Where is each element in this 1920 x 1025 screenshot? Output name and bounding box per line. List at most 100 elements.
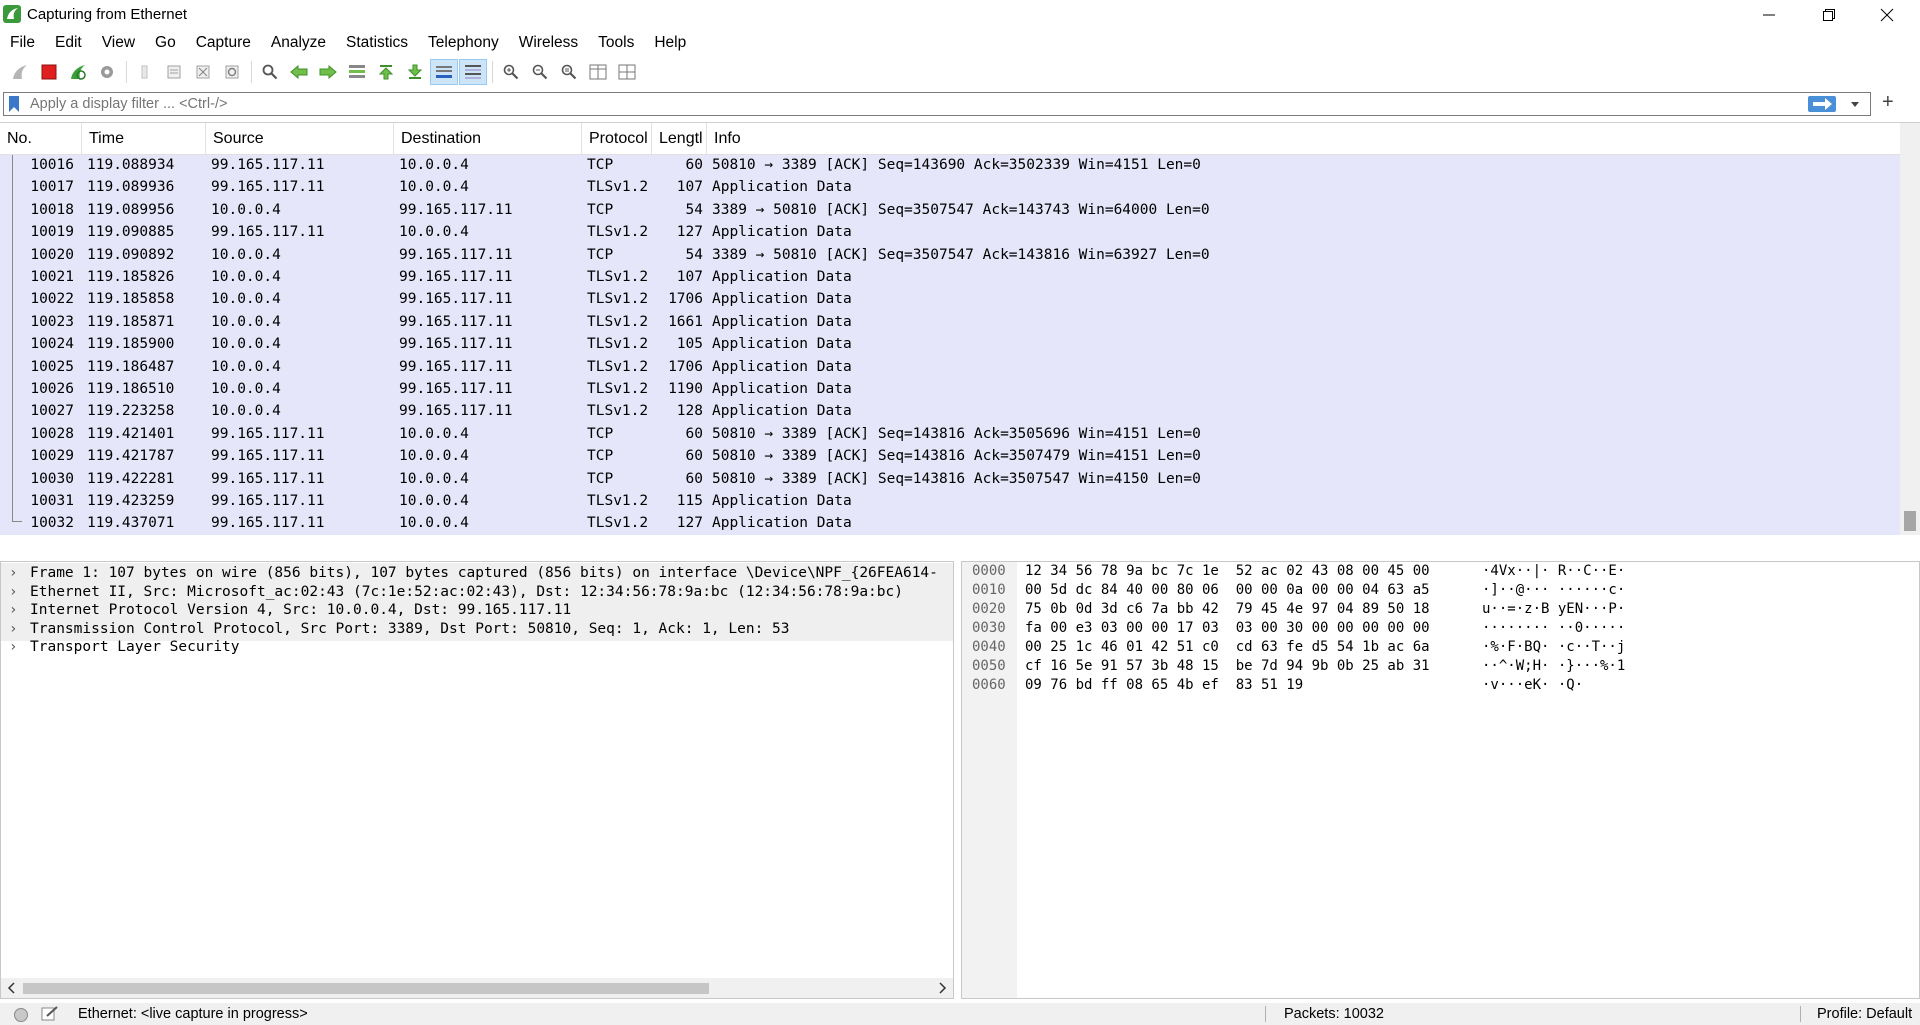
close-button[interactable] [1858,0,1916,30]
close-file-button[interactable] [189,59,217,85]
zoom-out-button[interactable] [526,59,554,85]
menu-help[interactable]: Help [644,30,696,56]
expand-chevron-icon[interactable]: › [9,639,17,655]
save-file-button[interactable] [160,59,188,85]
packet-row[interactable]: 10032 119.437071 99.165.117.11 10.0.0.4 TLSv… [0,513,1900,535]
packet-row[interactable]: 10017 119.089936 99.165.117.11 10.0.0.4 TLSv… [0,177,1900,200]
scrollbar-thumb[interactable] [1904,511,1916,531]
packet-row[interactable]: 10029 119.421787 99.165.117.11 10.0.0.4 TCP 6… [0,446,1900,469]
packet-list-scrollbar[interactable] [1900,123,1920,535]
column-header-protocol[interactable]: Protocol [582,123,652,154]
go-forward-button[interactable] [314,59,342,85]
details-horizontal-scrollbar[interactable] [1,978,953,998]
first-packet-button[interactable] [372,59,400,85]
bytes-hex[interactable]: 09 76 bd ff 08 65 4b ef 83 51 19 [1025,677,1303,693]
resize-columns-button[interactable] [584,59,612,85]
menu-capture[interactable]: Capture [186,30,261,56]
bytes-ascii[interactable]: ·%·F·BQ· ·c··T··j [1482,639,1625,655]
menu-wireless[interactable]: Wireless [509,30,588,56]
stop-capture-button[interactable] [35,59,63,85]
column-header-no[interactable]: No. [0,123,82,154]
bytes-hex[interactable]: cf 16 5e 91 57 3b 48 15 be 7d 94 9b 0b 2… [1025,658,1430,674]
menu-file[interactable]: File [0,30,45,56]
bytes-ascii[interactable]: ········ ··0····· [1482,620,1625,636]
add-filter-button[interactable]: + [1882,91,1894,114]
bytes-off[interactable]: 0040 [972,639,1006,655]
menu-statistics[interactable]: Statistics [336,30,418,56]
packet-row[interactable]: 10031 119.423259 99.165.117.11 10.0.0.4 TLSv… [0,491,1900,514]
bytes-hex[interactable]: 00 5d dc 84 40 00 80 06 00 00 0a 00 00 0… [1025,582,1430,598]
restore-button[interactable] [1800,0,1858,30]
edit-comment-icon[interactable] [41,1006,59,1022]
bytes-off[interactable]: 0010 [972,582,1006,598]
chevron-right-icon[interactable] [939,982,947,994]
chevron-left-icon[interactable] [7,982,15,994]
column-header-source[interactable]: Source [206,123,394,154]
profile-label[interactable]: Profile: Default [1817,1006,1912,1022]
menu-view[interactable]: View [92,30,145,56]
menu-go[interactable]: Go [145,30,186,56]
colorize-button[interactable] [459,59,487,85]
layout-button[interactable] [613,59,641,85]
start-capture-button[interactable] [6,59,34,85]
packet-row[interactable]: 10020 119.090892 10.0.0.4 99.165.117.11 TCP 5… [0,245,1900,268]
expert-info-icon[interactable] [13,1007,29,1023]
packet-row[interactable]: 10028 119.421401 99.165.117.11 10.0.0.4 TCP 6… [0,424,1900,447]
packet-row[interactable]: 10019 119.090885 99.165.117.11 10.0.0.4 TLSv… [0,222,1900,245]
find-packet-button[interactable] [256,59,284,85]
normal-size-button[interactable] [555,59,583,85]
bytes-ascii[interactable]: u··=·z·B yEN···P· [1482,601,1625,617]
column-header-destination[interactable]: Destination [394,123,582,154]
column-header-info[interactable]: Info [707,123,1900,154]
auto-scroll-button[interactable] [430,59,458,85]
packet-row[interactable]: 10025 119.186487 10.0.0.4 99.165.117.11 TLSv… [0,357,1900,380]
bytes-ascii[interactable]: ·v···eK· ·Q· [1482,677,1583,693]
packet-row[interactable]: 10030 119.422281 99.165.117.11 10.0.0.4 TCP 6… [0,469,1900,492]
scrollbar-thumb[interactable] [23,983,709,994]
column-header-time[interactable]: Time [82,123,206,154]
expand-chevron-icon[interactable]: › [9,584,17,600]
bytes-hex[interactable]: 12 34 56 78 9a bc 7c 1e 52 ac 02 43 08 0… [1025,563,1430,579]
bytes-hex[interactable]: fa 00 e3 03 00 00 17 03 03 00 30 00 00 0… [1025,620,1430,636]
bytes-hex[interactable]: 00 25 1c 46 01 42 51 c0 cd 63 fe d5 54 1… [1025,639,1430,655]
menu-edit[interactable]: Edit [45,30,92,56]
menu-tools[interactable]: Tools [588,30,644,56]
menu-analyze[interactable]: Analyze [261,30,336,56]
bytes-ascii[interactable]: ·4Vx··|· R··C··E· [1482,563,1625,579]
bytes-ascii[interactable]: ·]··@··· ······c· [1482,582,1625,598]
packet-row[interactable]: 10018 119.089956 10.0.0.4 99.165.117.11 TCP 5… [0,200,1900,223]
bytes-off[interactable]: 0000 [972,563,1006,579]
packet-row[interactable]: 10016 119.088934 99.165.117.11 10.0.0.4 TCP 6… [0,155,1900,178]
bytes-off[interactable]: 0060 [972,677,1006,693]
minimize-button[interactable] [1740,0,1798,30]
bytes-ascii[interactable]: ··^·W;H· ·}···%·1 [1482,658,1625,674]
packet-row[interactable]: 10023 119.185871 10.0.0.4 99.165.117.11 TLSv… [0,312,1900,335]
go-back-button[interactable] [285,59,313,85]
bytes-off[interactable]: 0030 [972,620,1006,636]
menu-telephony[interactable]: Telephony [418,30,509,56]
detail-tree-item[interactable]: › Transport Layer Security [1,637,953,660]
packet-row[interactable]: 10022 119.185858 10.0.0.4 99.165.117.11 TLSv… [0,289,1900,312]
expand-chevron-icon[interactable]: › [9,602,17,618]
filter-history-dropdown[interactable] [1850,97,1860,115]
column-header-length[interactable]: Lengtl [652,123,707,154]
capture-options-button[interactable] [93,59,121,85]
zoom-in-button[interactable] [497,59,525,85]
packet-row[interactable]: 10021 119.185826 10.0.0.4 99.165.117.11 TLSv… [0,267,1900,290]
display-filter-input[interactable] [30,94,1810,114]
packet-row[interactable]: 10027 119.223258 10.0.0.4 99.165.117.11 TLSv… [0,401,1900,424]
last-packet-button[interactable] [401,59,429,85]
bytes-off[interactable]: 0020 [972,601,1006,617]
bytes-hex[interactable]: 75 0b 0d 3d c6 7a bb 42 79 45 4e 97 04 8… [1025,601,1430,617]
expand-chevron-icon[interactable]: › [9,621,17,637]
go-to-packet-button[interactable] [343,59,371,85]
packet-row[interactable]: 10024 119.185900 10.0.0.4 99.165.117.11 TLSv… [0,334,1900,357]
open-file-button[interactable] [131,59,159,85]
restart-capture-button[interactable] [64,59,92,85]
expand-chevron-icon[interactable]: › [9,565,17,581]
packet-row[interactable]: 10026 119.186510 10.0.0.4 99.165.117.11 TLSv… [0,379,1900,402]
bytes-off[interactable]: 0050 [972,658,1006,674]
reload-file-button[interactable] [218,59,246,85]
bookmark-icon[interactable] [8,96,20,112]
apply-filter-button[interactable] [1808,96,1836,112]
